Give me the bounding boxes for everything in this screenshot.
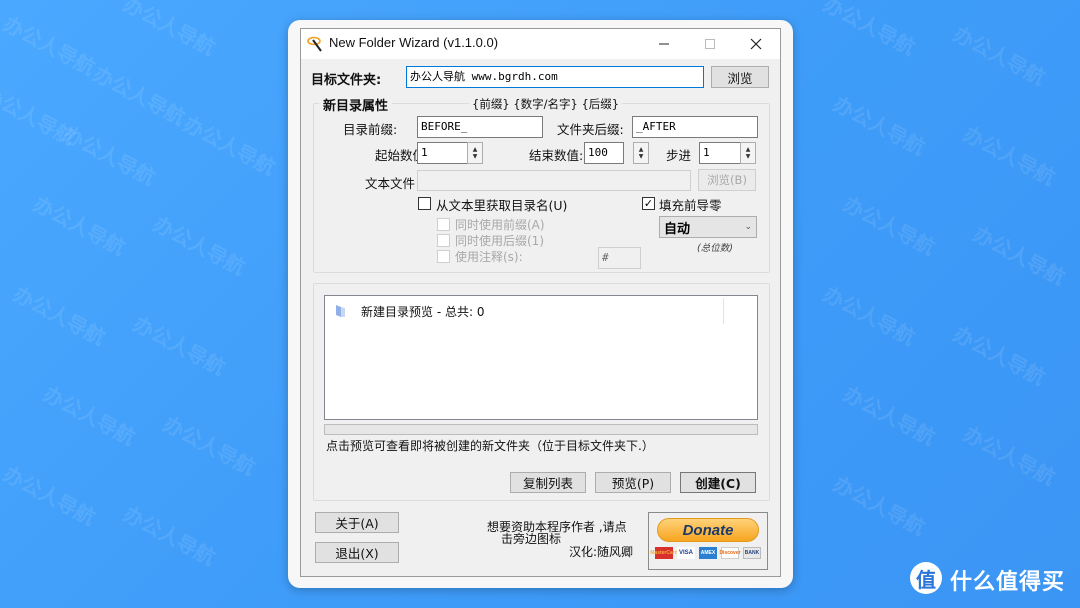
maximize-icon bbox=[705, 39, 715, 49]
maximize-button bbox=[687, 29, 733, 59]
exit-button[interactable]: 退出(X) bbox=[315, 542, 399, 563]
spin-up-icon[interactable]: ▲ bbox=[746, 146, 751, 153]
spin-down-icon[interactable]: ▼ bbox=[639, 153, 644, 160]
pattern-hint: {前缀} {数字/名字} {后缀} bbox=[469, 96, 623, 112]
preview-hint: 点击预览可查看即将被创建的新文件夹（位于目标文件夹下.） bbox=[326, 439, 654, 453]
digits-select[interactable]: 自动 ⌄ bbox=[659, 216, 757, 238]
step-spinner[interactable]: ▲ ▼ bbox=[740, 142, 756, 164]
watermark: 办公人导航 bbox=[959, 421, 1060, 490]
prefix-label: 目录前缀: bbox=[343, 122, 398, 137]
watermark: 办公人导航 bbox=[179, 111, 280, 180]
spin-down-icon[interactable]: ▼ bbox=[746, 153, 751, 160]
text-file-input bbox=[417, 170, 691, 191]
translator-credit: 汉化:随风卿 bbox=[569, 545, 634, 559]
brand-name: 什么值得买 bbox=[950, 570, 1066, 595]
amex-icon: AMEX bbox=[699, 547, 717, 559]
watermark: 办公人导航 bbox=[149, 211, 250, 280]
start-value-input[interactable]: 1 bbox=[417, 142, 469, 164]
pad-zero-checkbox[interactable]: ✓ bbox=[642, 197, 655, 210]
comment-char-input: # bbox=[598, 247, 641, 269]
mastercard-icon: MasterCard bbox=[650, 547, 678, 559]
step-label: 步进 bbox=[666, 148, 692, 163]
watermark: 办公人导航 bbox=[959, 121, 1060, 190]
new-folder-wizard-window: New Folder Wizard (v1.1.0.0) 目标文件夹: 办公人导… bbox=[300, 28, 781, 577]
watermark: 办公人导航 bbox=[119, 0, 220, 60]
from-text-checkbox[interactable] bbox=[418, 197, 431, 210]
minimize-button[interactable] bbox=[641, 29, 687, 59]
create-button[interactable]: 创建(C) bbox=[680, 472, 756, 493]
use-prefix-label: 同时使用前缀(A) bbox=[455, 218, 545, 232]
step-input[interactable]: 1 bbox=[699, 142, 741, 164]
watermark: 办公人导航 bbox=[0, 81, 80, 150]
text-file-label: 文本文件 bbox=[365, 176, 416, 191]
pad-zero-label[interactable]: 填充前导零 bbox=[659, 195, 722, 214]
watermark: 办公人导航 bbox=[9, 281, 110, 350]
end-value-label: 结束数值: bbox=[529, 148, 584, 163]
watermark: 办公人导航 bbox=[839, 191, 940, 260]
watermark: 办公人导航 bbox=[119, 501, 220, 570]
properties-group-title: 新目录属性 bbox=[319, 95, 393, 114]
donate-button[interactable]: Donate bbox=[657, 518, 759, 542]
spin-up-icon[interactable]: ▲ bbox=[639, 146, 644, 153]
copy-list-button[interactable]: 复制列表 bbox=[510, 472, 586, 493]
discover-icon: Discover bbox=[719, 547, 741, 559]
spin-down-icon[interactable]: ▼ bbox=[473, 153, 478, 160]
preview-button[interactable]: 预览(P) bbox=[595, 472, 671, 493]
digits-selected-value: 自动 bbox=[664, 221, 691, 237]
spin-up-icon[interactable]: ▲ bbox=[473, 146, 478, 153]
preview-header: 新建目录预览 - 总共: 0 bbox=[361, 305, 485, 319]
target-folder-input[interactable]: 办公人导航 www.bgrdh.com bbox=[406, 66, 704, 88]
watermark: 办公人导航 bbox=[0, 461, 100, 530]
from-text-label[interactable]: 从文本里获取目录名(U) bbox=[436, 195, 567, 214]
use-prefix-checkbox bbox=[437, 218, 450, 231]
suffix-input[interactable]: _AFTER bbox=[632, 116, 758, 138]
check-icon: ✓ bbox=[643, 197, 654, 210]
prefix-input[interactable]: BEFORE_ bbox=[417, 116, 543, 138]
watermark: 办公人导航 bbox=[829, 91, 930, 160]
watermark: 办公人导航 bbox=[39, 381, 140, 450]
watermark: 办公人导航 bbox=[819, 0, 920, 60]
title-bar[interactable]: New Folder Wizard (v1.1.0.0) bbox=[301, 29, 780, 59]
end-value-input[interactable]: 100 bbox=[584, 142, 624, 164]
watermark: 办公人导航 bbox=[949, 21, 1050, 90]
watermark: 办公人导航 bbox=[159, 411, 260, 480]
visa-icon: VISA bbox=[677, 547, 695, 559]
use-suffix-label: 同时使用后缀(1) bbox=[455, 234, 544, 248]
close-button[interactable] bbox=[733, 29, 779, 59]
use-comment-checkbox bbox=[437, 250, 450, 263]
progress-bar bbox=[324, 424, 758, 435]
start-value-spinner[interactable]: ▲ ▼ bbox=[467, 142, 483, 164]
window-title: New Folder Wizard (v1.1.0.0) bbox=[329, 35, 499, 50]
target-folder-label: 目标文件夹: bbox=[311, 73, 382, 88]
about-button[interactable]: 关于(A) bbox=[315, 512, 399, 533]
brand-badge-icon: 值 bbox=[910, 562, 942, 594]
start-value-label: 起始数值 bbox=[375, 148, 417, 163]
text-file-browse-button: 浏览(B) bbox=[698, 169, 756, 191]
watermark: 办公人导航 bbox=[829, 471, 930, 540]
watermark: 办公人导航 bbox=[129, 311, 230, 380]
use-comment-label: 使用注释(s): bbox=[455, 250, 523, 264]
wizard-wand-icon bbox=[307, 36, 322, 52]
digits-caption: (总位数) bbox=[697, 243, 733, 254]
target-browse-button[interactable]: 浏览 bbox=[711, 66, 769, 88]
suffix-label: 文件夹后缀: bbox=[557, 122, 624, 137]
watermark: 办公人导航 bbox=[29, 191, 130, 260]
watermark: 办公人导航 bbox=[969, 221, 1070, 290]
bank-icon: BANK bbox=[743, 547, 761, 559]
watermark: 办公人导航 bbox=[0, 11, 100, 80]
close-icon bbox=[750, 38, 762, 50]
watermark: 办公人导航 bbox=[949, 321, 1050, 390]
folder-icon bbox=[336, 305, 345, 317]
preview-list[interactable]: 新建目录预览 - 总共: 0 bbox=[324, 295, 758, 420]
column-divider bbox=[723, 298, 724, 324]
end-value-spinner[interactable]: ▲ ▼ bbox=[633, 142, 649, 164]
watermark: 办公人导航 bbox=[819, 281, 920, 350]
watermark: 办公人导航 bbox=[89, 61, 190, 130]
use-suffix-checkbox bbox=[437, 234, 450, 247]
donate-text-line2: 击旁边图标 bbox=[501, 532, 562, 546]
chevron-down-icon: ⌄ bbox=[744, 222, 752, 232]
minimize-icon bbox=[659, 43, 669, 45]
donate-panel[interactable]: Donate MasterCard VISA AMEX Discover BAN… bbox=[648, 512, 768, 570]
watermark: 办公人导航 bbox=[839, 381, 940, 450]
